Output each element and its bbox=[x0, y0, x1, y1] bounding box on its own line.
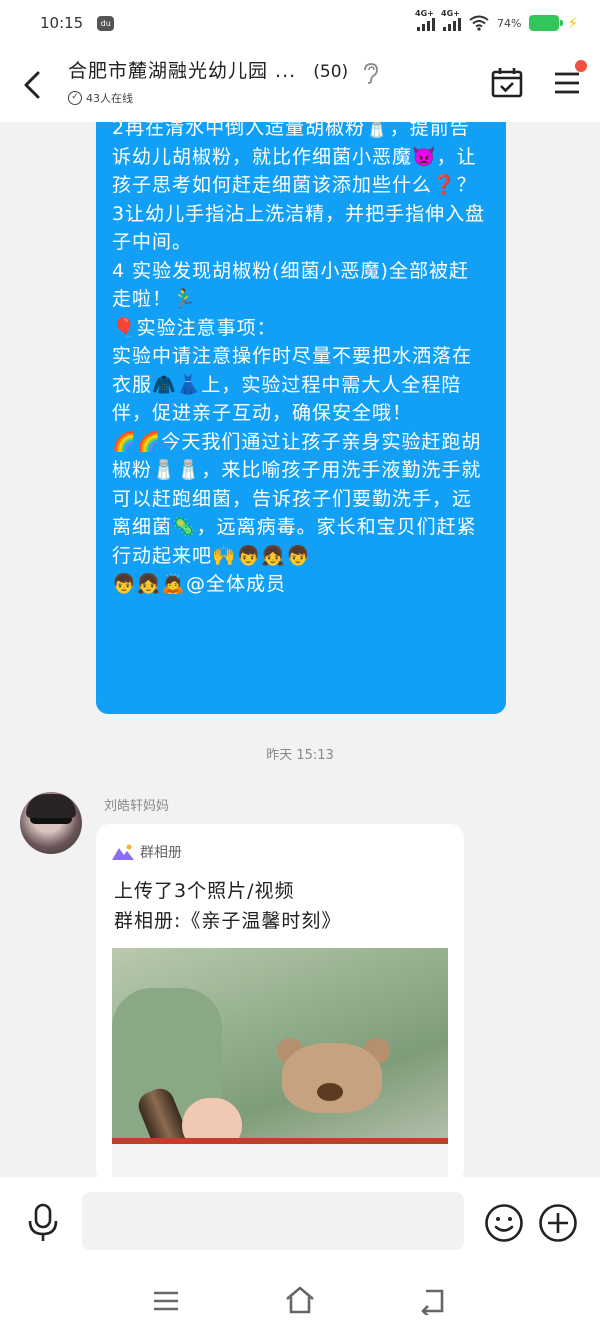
plus-circle-icon[interactable] bbox=[538, 1203, 578, 1243]
battery-icon bbox=[529, 15, 564, 31]
system-navigation-bar bbox=[0, 1267, 600, 1337]
album-label: 群相册 bbox=[140, 845, 182, 861]
battery-percent: 74% bbox=[497, 16, 522, 30]
back-arrow-icon[interactable] bbox=[18, 70, 48, 100]
system-back-icon[interactable] bbox=[418, 1287, 448, 1315]
app-notification-icon: du bbox=[97, 15, 115, 31]
signal-2-icon: 4G+ bbox=[441, 9, 461, 31]
signal-1-icon: 4G+ bbox=[415, 9, 435, 31]
avatar[interactable] bbox=[20, 792, 82, 854]
album-message-card[interactable]: 群相册 上传了3个照片/视频 群相册:《亲子温馨时刻》 bbox=[96, 824, 464, 1177]
title-block[interactable]: 合肥市麓湖融光幼儿园 ... (50) ✓ 43人在线 bbox=[68, 56, 379, 106]
album-name-text: 群相册:《亲子温馨时刻》 bbox=[114, 910, 342, 932]
smiley-icon[interactable] bbox=[484, 1203, 524, 1243]
member-count: (50) bbox=[313, 62, 349, 82]
sender-name: 刘皓轩妈妈 bbox=[104, 799, 170, 814]
message-bubble-text[interactable]: 2再在清水中倒入适量胡椒粉🧂，提前告诉幼儿胡椒粉，就比作细菌小恶魔👿，让孩子思考… bbox=[96, 122, 506, 714]
album-photo[interactable] bbox=[112, 948, 448, 1177]
network-type-2: 4G+ bbox=[441, 9, 460, 18]
chat-message-list[interactable]: 2再在清水中倒入适量胡椒粉🧂，提前告诉幼儿胡椒粉，就比作细菌小恶魔👿，让孩子思考… bbox=[0, 122, 600, 1177]
online-count: 43人在线 bbox=[86, 91, 133, 105]
notification-dot bbox=[575, 60, 587, 72]
status-indicators: 4G+ 4G+ 74% ⚡ bbox=[415, 9, 578, 32]
hamburger-menu-icon[interactable] bbox=[552, 68, 582, 98]
microphone-icon[interactable] bbox=[26, 1203, 60, 1243]
home-icon[interactable] bbox=[284, 1285, 316, 1315]
ear-icon bbox=[364, 62, 379, 84]
album-card-header: 群相册 bbox=[112, 842, 182, 862]
recent-apps-icon[interactable] bbox=[152, 1289, 180, 1313]
message-input[interactable] bbox=[82, 1192, 464, 1250]
status-bar: 10:15 du 4G+ 4G+ 74% ⚡ bbox=[0, 0, 600, 46]
status-time: 10:15 bbox=[40, 14, 84, 32]
network-type-1: 4G+ bbox=[415, 9, 434, 18]
check-circle-icon: ✓ bbox=[68, 90, 82, 105]
album-upload-text: 上传了3个照片/视频 bbox=[114, 880, 295, 902]
chat-title: 合肥市麓湖融光幼儿园 ... bbox=[68, 60, 297, 82]
wifi-icon bbox=[469, 15, 489, 31]
chat-header: 合肥市麓湖融光幼儿园 ... (50) ✓ 43人在线 bbox=[0, 46, 600, 122]
online-status: ✓ 43人在线 bbox=[68, 90, 379, 106]
charging-icon: ⚡ bbox=[567, 14, 578, 32]
calendar-check-icon[interactable] bbox=[490, 66, 524, 100]
time-divider: 昨天 15:13 bbox=[266, 748, 334, 763]
album-icon bbox=[112, 844, 134, 860]
input-bar bbox=[0, 1177, 600, 1267]
